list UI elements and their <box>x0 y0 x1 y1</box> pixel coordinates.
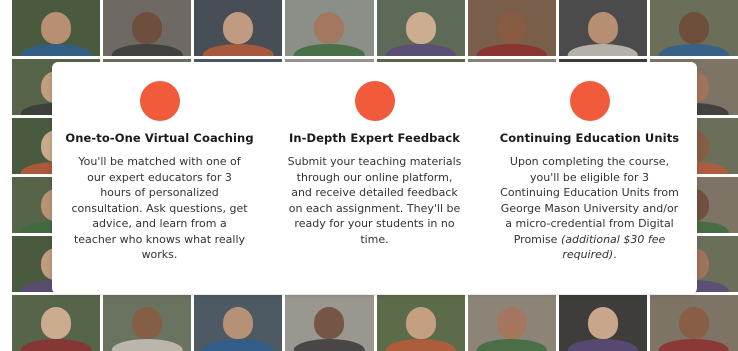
educator-shirt <box>385 338 456 351</box>
educator-shirt <box>111 338 183 351</box>
educator-photo <box>12 0 101 56</box>
orange-circle-icon <box>354 81 395 121</box>
educator-shirt <box>203 43 274 56</box>
educator-shirt <box>20 338 92 351</box>
educator-photo <box>103 295 192 351</box>
educator-photo <box>467 0 556 56</box>
feature-virtual-coaching: One-to-One Virtual Coaching You'll be ma… <box>52 62 267 263</box>
educator-face <box>405 12 436 44</box>
educator-photo <box>558 0 647 56</box>
educator-shirt <box>476 43 547 56</box>
educator-face <box>496 307 527 339</box>
feature-description-end: . <box>613 248 617 261</box>
educator-photo <box>467 295 556 351</box>
feature-title: Continuing Education Units <box>499 131 680 145</box>
educator-face <box>678 307 709 339</box>
feature-description: Upon completing the course, you'll be el… <box>500 154 680 263</box>
feature-continuing-education: Continuing Education Units Upon completi… <box>482 62 697 263</box>
educator-shirt <box>567 43 639 56</box>
educator-photo <box>194 295 283 351</box>
educator-face <box>314 12 345 44</box>
feature-expert-feedback: In-Depth Expert Feedback Submit your tea… <box>267 62 482 247</box>
educator-photo <box>558 295 647 351</box>
educator-photo <box>103 0 192 56</box>
educator-photo <box>649 0 738 56</box>
educator-shirt <box>385 43 456 56</box>
educator-photo <box>649 295 738 351</box>
educator-face <box>587 12 618 44</box>
feature-title: In-Depth Expert Feedback <box>288 131 461 145</box>
educator-shirt <box>294 338 365 351</box>
educator-shirt <box>294 43 365 56</box>
educator-photo <box>376 0 465 56</box>
educator-face <box>41 12 72 44</box>
educator-photo <box>285 0 374 56</box>
educator-face <box>496 12 527 44</box>
feature-description: You'll be matched with one of our expert… <box>71 155 248 261</box>
educator-face <box>678 12 709 44</box>
educator-photo <box>12 295 101 351</box>
educator-shirt <box>476 338 547 351</box>
educator-face <box>405 307 436 339</box>
educator-face <box>314 307 345 339</box>
features-card: One-to-One Virtual Coaching You'll be ma… <box>52 62 697 294</box>
feature-description: Submit your teaching materials through o… <box>287 155 462 246</box>
educator-shirt <box>567 338 639 351</box>
educator-face <box>223 307 254 339</box>
educator-shirt <box>658 338 730 351</box>
educator-photo <box>285 295 374 351</box>
educator-face <box>587 307 618 339</box>
educator-shirt <box>111 43 183 56</box>
orange-circle-icon <box>139 81 180 121</box>
educator-face <box>41 307 72 339</box>
educator-face <box>132 307 163 339</box>
educator-shirt <box>20 43 92 56</box>
orange-circle-icon <box>569 81 610 121</box>
feature-title: One-to-One Virtual Coaching <box>65 131 254 145</box>
educator-shirt <box>658 43 730 56</box>
educator-photo <box>376 295 465 351</box>
educator-photo <box>194 0 283 56</box>
educator-face <box>132 12 163 44</box>
educator-shirt <box>203 338 274 351</box>
educator-face <box>223 12 254 44</box>
